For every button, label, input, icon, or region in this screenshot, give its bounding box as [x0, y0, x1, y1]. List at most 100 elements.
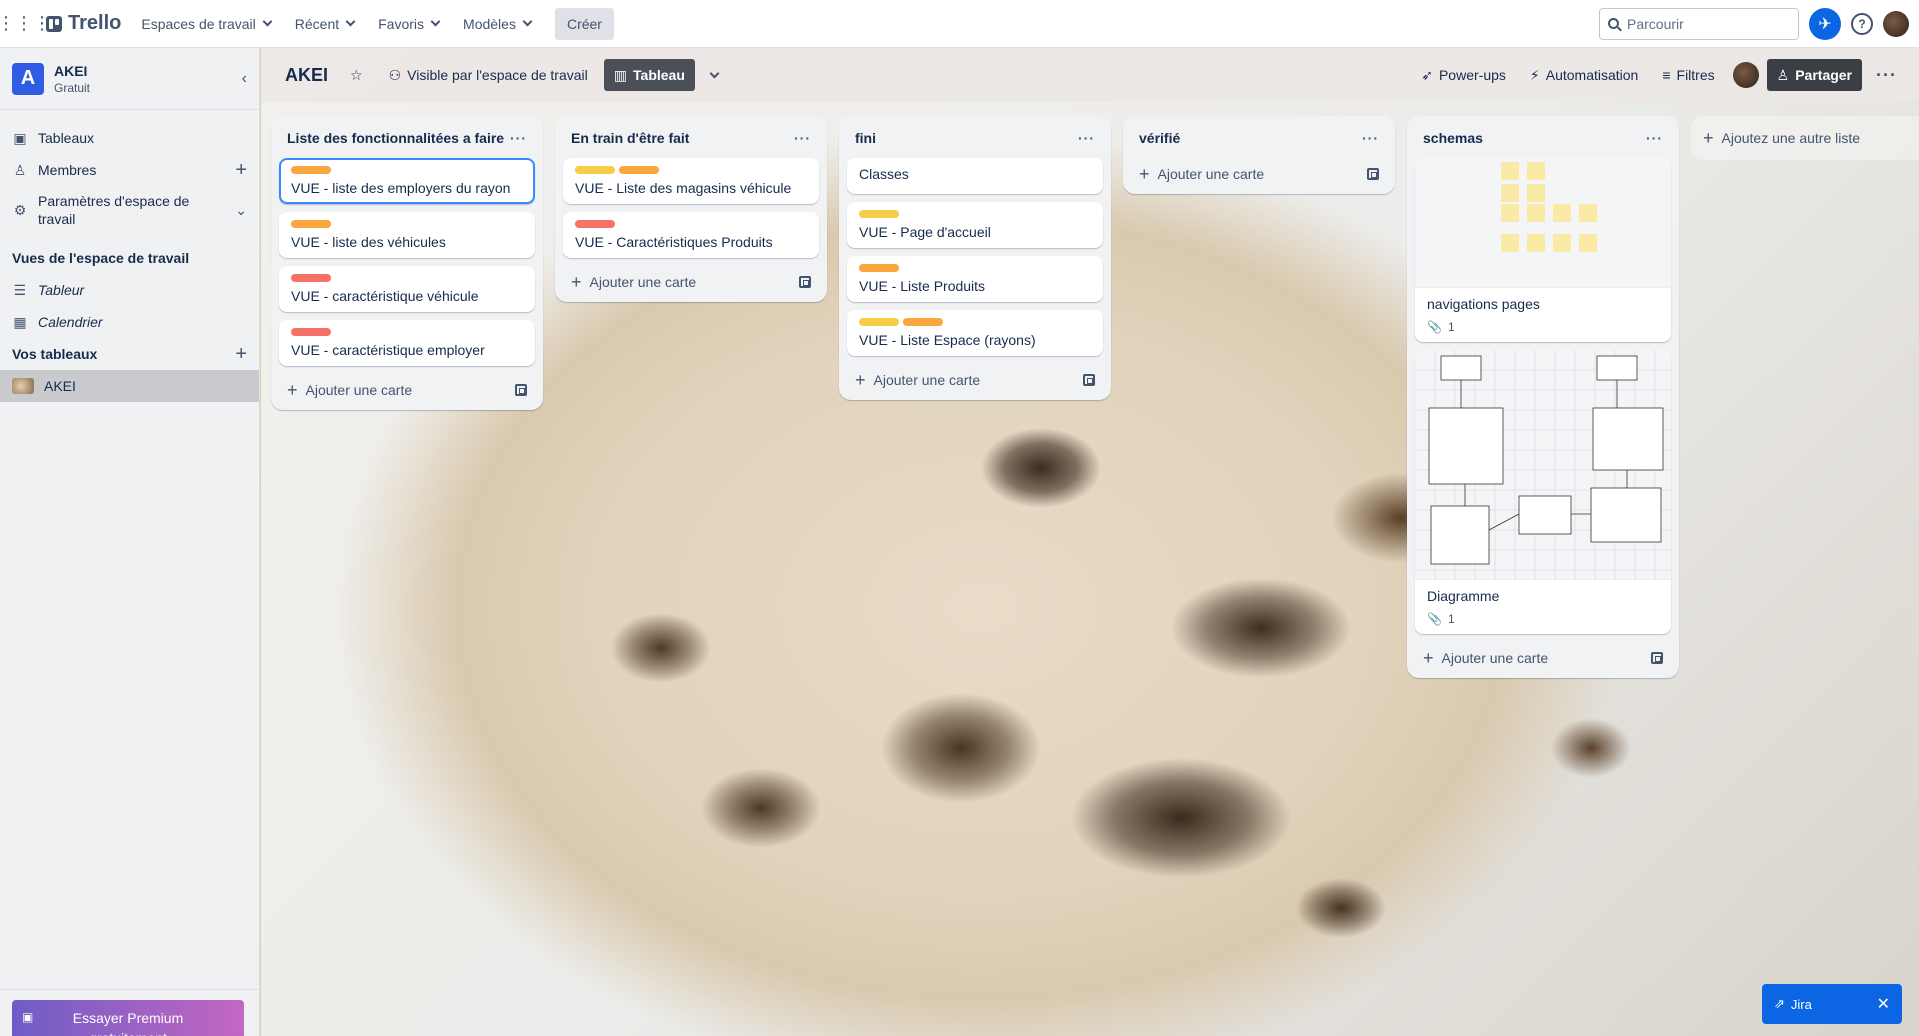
list-header[interactable]: En train d'être fait ···	[563, 124, 819, 152]
workspace-name[interactable]: AKEI	[54, 63, 90, 79]
list-title[interactable]: fini	[855, 130, 876, 146]
star-icon[interactable]: ☆	[340, 59, 373, 91]
filters-label: Filtres	[1676, 67, 1715, 83]
menu-workspaces[interactable]: Espaces de travail	[129, 8, 282, 40]
menu-starred[interactable]: Favoris	[366, 8, 451, 40]
label-yellow[interactable]	[575, 166, 615, 174]
card[interactable]: navigations pages 📎 1	[1415, 158, 1671, 342]
collapse-sidebar-icon[interactable]: ‹	[242, 70, 247, 88]
list-title[interactable]: Liste des fonctionnalitées a faire	[287, 130, 504, 146]
label-orange[interactable]	[859, 264, 899, 272]
label-orange[interactable]	[291, 220, 331, 228]
label-red[interactable]	[291, 328, 331, 336]
notifications-icon[interactable]: ✈	[1809, 7, 1841, 40]
list-menu-icon[interactable]: ···	[510, 130, 527, 146]
your-boards-title: Vos tableaux +	[0, 338, 259, 370]
chevron-down-icon[interactable]: ⌄	[235, 201, 247, 219]
card-body: navigations pages 📎 1	[1415, 288, 1671, 342]
trello-logo[interactable]: Trello	[38, 12, 129, 35]
card-title: Diagramme	[1427, 588, 1500, 604]
list-header[interactable]: Liste des fonctionnalitées a faire ···	[279, 124, 535, 152]
sidebar-item-members[interactable]: ♙ Membres +	[0, 154, 259, 186]
automation-button[interactable]: ⚡ Automatisation	[1520, 59, 1648, 91]
app-switcher-icon[interactable]: ⋮⋮⋮	[0, 10, 51, 38]
card-template-icon[interactable]	[1651, 652, 1663, 664]
sidebar-view-calendar[interactable]: ▦ Calendrier	[0, 306, 259, 338]
card-template-icon[interactable]	[1083, 374, 1095, 386]
card-template-icon[interactable]	[515, 384, 527, 396]
add-member-icon[interactable]: +	[235, 159, 247, 182]
sidebar-item-settings[interactable]: ⚙ Paramètres d'espace de travail ⌄	[0, 186, 259, 234]
search-input[interactable]: Parcourir	[1599, 7, 1799, 40]
card[interactable]: VUE - caractéristique véhicule	[279, 266, 535, 312]
card[interactable]: VUE - liste des véhicules	[279, 212, 535, 258]
list-header[interactable]: vérifié ···	[1131, 124, 1387, 152]
label-yellow[interactable]	[859, 318, 899, 326]
menu-workspaces-label: Espaces de travail	[141, 15, 256, 32]
filters-button[interactable]: ≡ Filtres	[1652, 59, 1724, 91]
view-board-button[interactable]: ▥ Tableau	[603, 59, 695, 91]
label-orange[interactable]	[291, 166, 331, 174]
list-menu-icon[interactable]: ···	[794, 130, 811, 146]
label-orange[interactable]	[619, 166, 659, 174]
card[interactable]: Diagramme 📎 1	[1415, 350, 1671, 634]
add-card-button[interactable]: + Ajouter une carte	[563, 266, 819, 298]
add-card-button[interactable]: + Ajouter une carte	[847, 364, 1103, 396]
card-template-icon[interactable]	[799, 276, 811, 288]
workspace-logo[interactable]: A	[12, 62, 44, 95]
list-title[interactable]: schemas	[1423, 130, 1483, 146]
gift-icon: ▣	[22, 1010, 34, 1024]
board-menu-icon[interactable]: ···	[1866, 59, 1907, 91]
list-header[interactable]: fini ···	[847, 124, 1103, 152]
card[interactable]: VUE - Liste Espace (rayons)	[847, 310, 1103, 356]
add-card-button[interactable]: + Ajouter une carte	[279, 374, 535, 406]
user-avatar[interactable]	[1883, 10, 1909, 37]
close-icon[interactable]: ✕	[1877, 994, 1890, 1014]
try-premium-button[interactable]: ▣ Essayer Premium gratuitement	[12, 1000, 244, 1036]
list-menu-icon[interactable]: ···	[1646, 130, 1663, 146]
list: schemas ··· navigations pages 📎 1 Diagra…	[1407, 116, 1679, 678]
jira-widget[interactable]: ⇗ Jira ✕	[1762, 984, 1902, 1024]
card[interactable]: VUE - liste des employers du rayon	[279, 158, 535, 204]
create-button[interactable]: Créer	[554, 7, 614, 40]
share-button[interactable]: ♙ Partager	[1766, 59, 1863, 91]
menu-templates[interactable]: Modèles	[451, 8, 543, 40]
sidebar-view-table[interactable]: ☰ Tableur	[0, 274, 259, 306]
card[interactable]: VUE - Caractéristiques Produits	[563, 212, 819, 258]
card[interactable]: VUE - Liste Produits	[847, 256, 1103, 302]
board-title[interactable]: AKEI	[279, 65, 334, 86]
board-icon: ▣	[13, 129, 27, 146]
card[interactable]: VUE - Liste des magasins véhicule	[563, 158, 819, 204]
sidebar-view-label: Tableur	[38, 282, 85, 298]
label-orange[interactable]	[903, 318, 943, 326]
views-dropdown[interactable]	[701, 59, 728, 91]
add-card-button[interactable]: + Ajouter une carte	[1415, 642, 1671, 674]
card-title: VUE - liste des véhicules	[291, 234, 446, 250]
list-title[interactable]: vérifié	[1139, 130, 1180, 146]
label-red[interactable]	[575, 220, 615, 228]
card-template-icon[interactable]	[1367, 168, 1379, 180]
label-red[interactable]	[291, 274, 331, 282]
list-header[interactable]: schemas ···	[1415, 124, 1671, 152]
list-menu-icon[interactable]: ···	[1078, 130, 1095, 146]
card[interactable]: Classes	[847, 158, 1103, 194]
sidebar-board-akei[interactable]: AKEI	[0, 370, 259, 402]
help-icon[interactable]: ?	[1851, 12, 1873, 35]
sidebar-item-boards[interactable]: ▣ Tableaux	[0, 122, 259, 154]
menu-recent-label: Récent	[294, 15, 340, 32]
add-card-button[interactable]: + Ajouter une carte	[1131, 158, 1387, 190]
menu-recent[interactable]: Récent	[283, 8, 366, 40]
rocket-icon: ➶	[1421, 66, 1433, 83]
visibility-button[interactable]: ⚇ Visible par l'espace de travail	[379, 59, 598, 91]
list-menu-icon[interactable]: ···	[1362, 130, 1379, 146]
label-yellow[interactable]	[859, 210, 899, 218]
powerups-button[interactable]: ➶ Power-ups	[1411, 59, 1516, 91]
list-title[interactable]: En train d'être fait	[571, 130, 689, 146]
card-title: VUE - liste des employers du rayon	[291, 180, 511, 196]
card[interactable]: VUE - caractéristique employer	[279, 320, 535, 366]
add-board-icon[interactable]: +	[235, 343, 247, 366]
card[interactable]: VUE - Page d'accueil	[847, 202, 1103, 248]
menu-starred-label: Favoris	[378, 15, 425, 32]
add-list-button[interactable]: + Ajoutez une autre liste	[1691, 116, 1919, 160]
member-avatar[interactable]	[1732, 62, 1759, 88]
